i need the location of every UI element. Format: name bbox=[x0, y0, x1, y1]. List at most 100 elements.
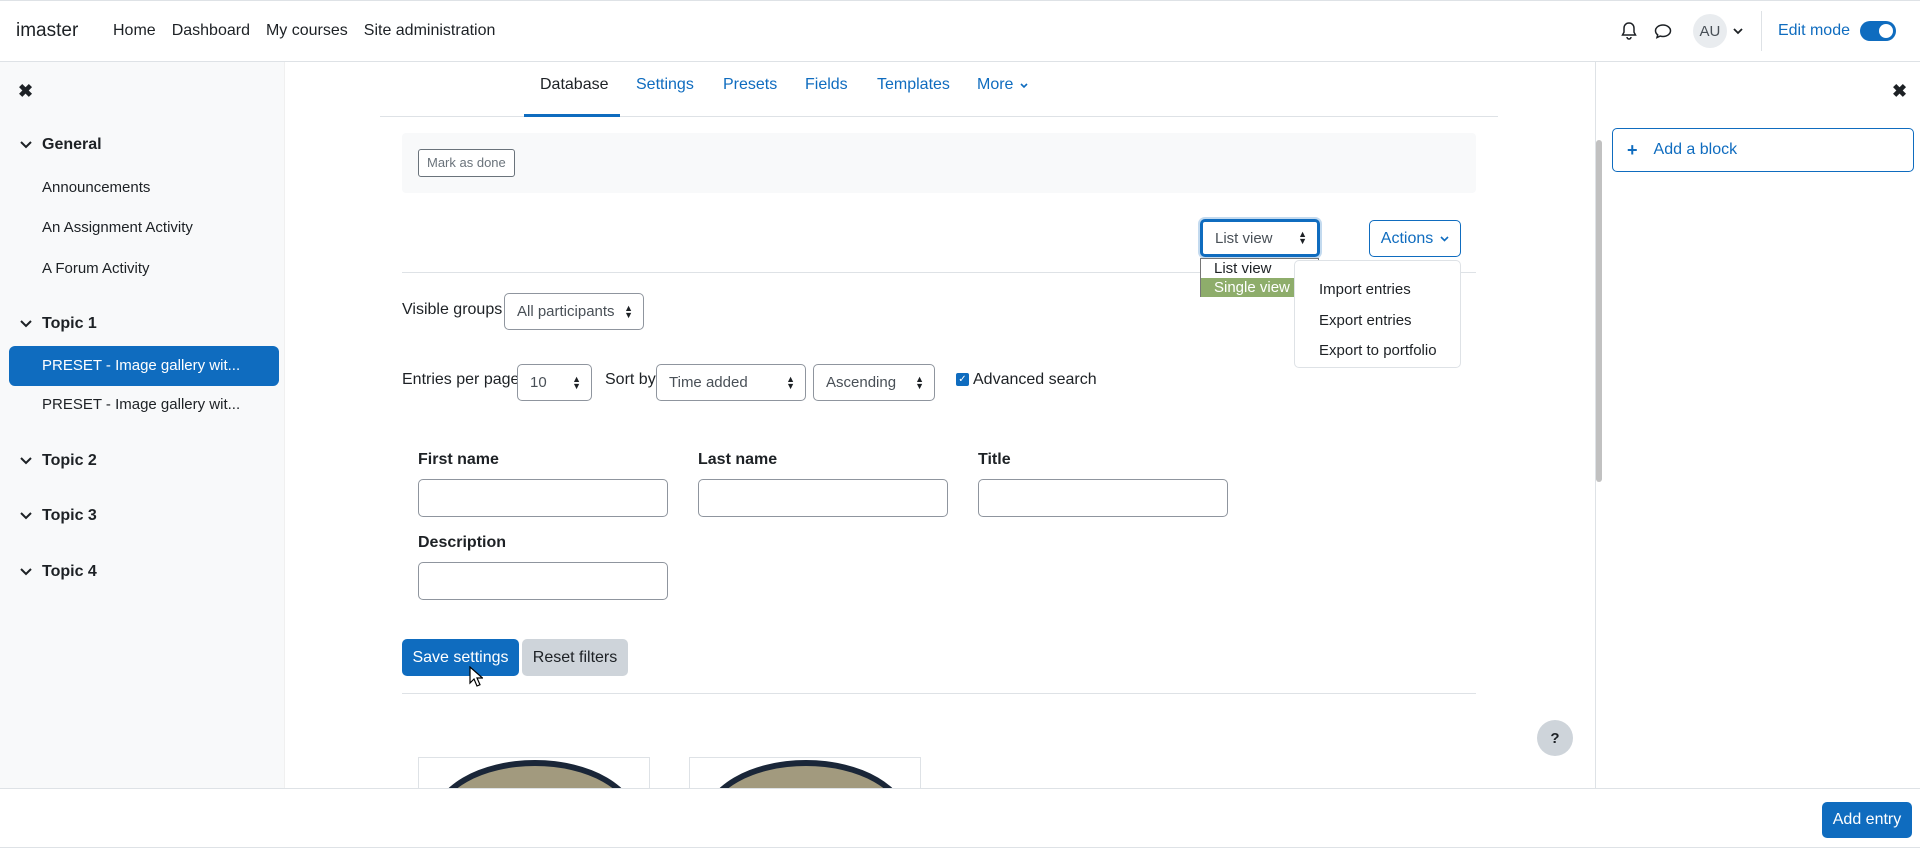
chevron-down-icon bbox=[1020, 83, 1028, 89]
export-to-portfolio-item[interactable]: Export to portfolio bbox=[1319, 342, 1437, 359]
course-index-drawer: ✖ General Announcements An Assignment Ac… bbox=[0, 62, 285, 788]
tab-presets[interactable]: Presets bbox=[723, 76, 777, 94]
page-scrollbar[interactable] bbox=[1596, 140, 1602, 482]
entries-per-page-label: Entries per page bbox=[402, 371, 520, 388]
chevron-down-icon[interactable] bbox=[1733, 22, 1743, 40]
edit-mode-toggle[interactable] bbox=[1860, 21, 1896, 41]
activity-link[interactable]: Announcements bbox=[42, 179, 150, 196]
chevron-down-icon[interactable] bbox=[20, 507, 32, 525]
actions-button[interactable]: Actions bbox=[1369, 220, 1461, 257]
navbar-user-area: AU Edit mode bbox=[1617, 1, 1920, 61]
visible-groups-label: Visible groups bbox=[402, 301, 503, 318]
entries-per-page-value: 10 bbox=[530, 374, 547, 391]
section-title: Topic 4 bbox=[42, 563, 97, 580]
section-title: Topic 1 bbox=[42, 315, 97, 332]
title-input[interactable] bbox=[978, 479, 1228, 517]
close-course-index-icon[interactable]: ✖ bbox=[18, 81, 33, 102]
user-avatar[interactable]: AU bbox=[1692, 14, 1727, 48]
section-title: General bbox=[42, 136, 102, 153]
select-arrows-icon: ▲ ▼ bbox=[915, 373, 924, 391]
section-topic-2[interactable]: Topic 2 bbox=[20, 452, 97, 470]
select-arrows-icon: ▲ ▼ bbox=[1298, 229, 1307, 246]
actions-dropdown-menu: Import entries Export entries Export to … bbox=[1294, 260, 1461, 368]
visible-groups-value: All participants bbox=[517, 303, 615, 320]
chevron-down-icon bbox=[1440, 235, 1449, 242]
entry-image bbox=[433, 760, 637, 788]
mouse-cursor-icon bbox=[469, 666, 483, 687]
add-block-button[interactable]: + Add a block bbox=[1612, 128, 1914, 172]
sort-order-select[interactable]: Ascending ▲ ▼ bbox=[813, 364, 935, 401]
tab-templates[interactable]: Templates bbox=[877, 76, 950, 94]
tab-more[interactable]: More bbox=[977, 76, 1028, 94]
edit-mode-label: Edit mode bbox=[1777, 22, 1850, 39]
bell-icon[interactable] bbox=[1617, 19, 1641, 43]
activity-link[interactable]: PRESET - Image gallery wit... bbox=[42, 396, 240, 413]
top-navbar: imaster Home Dashboard My courses Site a… bbox=[0, 0, 1920, 62]
tab-settings[interactable]: Settings bbox=[636, 76, 694, 94]
entry-image-card[interactable] bbox=[418, 757, 650, 788]
primary-navigation: Home Dashboard My courses Site administr… bbox=[105, 1, 503, 61]
tab-database[interactable]: Database bbox=[540, 76, 609, 94]
last-name-input[interactable] bbox=[698, 479, 948, 517]
section-topic-4[interactable]: Topic 4 bbox=[20, 563, 97, 581]
description-input[interactable] bbox=[418, 562, 668, 600]
nav-home-link[interactable]: Home bbox=[105, 22, 164, 40]
view-mode-value: List view bbox=[1215, 229, 1273, 247]
plus-icon: + bbox=[1627, 139, 1638, 160]
sort-by-value: Time added bbox=[669, 374, 748, 391]
chevron-down-icon[interactable] bbox=[20, 452, 32, 470]
import-entries-item[interactable]: Import entries bbox=[1319, 281, 1411, 298]
entry-image-card[interactable] bbox=[689, 757, 921, 788]
navbar-divider bbox=[1760, 11, 1762, 51]
add-entry-button[interactable]: Add entry bbox=[1822, 802, 1912, 838]
message-drawer-icon[interactable] bbox=[1651, 19, 1675, 43]
select-arrows-icon: ▲ ▼ bbox=[624, 302, 633, 320]
reset-filters-button[interactable]: Reset filters bbox=[522, 639, 628, 676]
view-mode-select[interactable]: List view ▲ ▼ bbox=[1200, 219, 1320, 257]
advanced-search-label: Advanced search bbox=[973, 371, 1097, 388]
entry-image bbox=[704, 760, 908, 788]
entries-per-page-select[interactable]: 10 ▲ ▼ bbox=[517, 364, 592, 401]
chevron-down-icon[interactable] bbox=[20, 563, 32, 581]
sort-by-label: Sort by bbox=[605, 371, 656, 388]
visible-groups-select[interactable]: All participants ▲ ▼ bbox=[504, 293, 644, 330]
section-general[interactable]: General bbox=[20, 136, 102, 154]
close-block-drawer-icon[interactable]: ✖ bbox=[1892, 81, 1907, 102]
section-topic-3[interactable]: Topic 3 bbox=[20, 507, 97, 525]
sticky-footer: Add entry bbox=[0, 788, 1920, 848]
export-entries-item[interactable]: Export entries bbox=[1319, 312, 1412, 329]
activity-link[interactable]: An Assignment Activity bbox=[42, 219, 193, 236]
divider bbox=[402, 693, 1476, 694]
title-label: Title bbox=[978, 451, 1011, 468]
nav-dashboard-link[interactable]: Dashboard bbox=[164, 22, 258, 40]
help-button[interactable]: ? bbox=[1537, 720, 1573, 756]
actions-label: Actions bbox=[1380, 229, 1434, 247]
chevron-down-icon[interactable] bbox=[20, 315, 32, 333]
mark-as-done-button[interactable]: Mark as done bbox=[418, 149, 515, 177]
chevron-down-icon[interactable] bbox=[20, 136, 32, 154]
activity-completion-bar: Mark as done bbox=[402, 133, 1476, 193]
advanced-search-checkbox[interactable]: ✓ bbox=[956, 373, 969, 386]
nav-my-courses-link[interactable]: My courses bbox=[258, 22, 356, 40]
section-title: Topic 2 bbox=[42, 452, 97, 469]
sort-by-select[interactable]: Time added ▲ ▼ bbox=[656, 364, 806, 401]
section-title: Topic 3 bbox=[42, 507, 97, 524]
secondary-navigation: Database Settings Presets Fields Templat… bbox=[380, 62, 1498, 117]
sort-order-value: Ascending bbox=[826, 374, 897, 391]
save-settings-button[interactable]: Save settings bbox=[402, 639, 519, 676]
last-name-label: Last name bbox=[698, 451, 778, 468]
select-arrows-icon: ▲ ▼ bbox=[572, 373, 581, 391]
active-tab-indicator bbox=[524, 114, 620, 117]
tab-more-label: More bbox=[977, 76, 1014, 93]
first-name-label: First name bbox=[418, 451, 499, 468]
nav-site-administration-link[interactable]: Site administration bbox=[356, 22, 504, 40]
activity-link-active[interactable]: PRESET - Image gallery wit... bbox=[9, 346, 279, 386]
site-brand[interactable]: imaster bbox=[16, 20, 78, 42]
description-label: Description bbox=[418, 534, 507, 551]
select-arrows-icon: ▲ ▼ bbox=[786, 373, 795, 391]
section-topic-1[interactable]: Topic 1 bbox=[20, 315, 97, 333]
add-block-label: Add a block bbox=[1653, 141, 1738, 158]
activity-link[interactable]: A Forum Activity bbox=[42, 260, 150, 277]
tab-fields[interactable]: Fields bbox=[805, 76, 848, 94]
first-name-input[interactable] bbox=[418, 479, 668, 517]
